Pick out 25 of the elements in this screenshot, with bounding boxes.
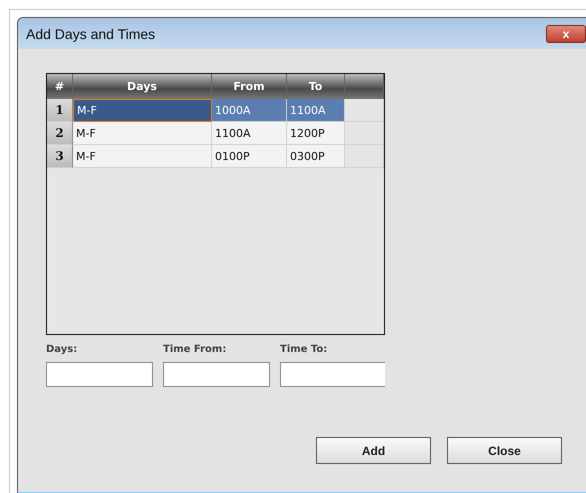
table-row[interactable]: 2 M-F 1100A 1200P bbox=[47, 122, 384, 145]
dialog-button[interactable]: Add bbox=[316, 437, 431, 464]
table-row[interactable]: 3 M-F 0100P 0300P bbox=[47, 145, 384, 168]
table-cell: M-F bbox=[73, 99, 212, 122]
window-title: Add Days and Times bbox=[26, 26, 156, 42]
table-cell: 1100A bbox=[212, 122, 287, 145]
row-number: 3 bbox=[47, 145, 73, 168]
row-number: 2 bbox=[47, 122, 73, 145]
row-number: 1 bbox=[47, 99, 73, 122]
table-cell: 0100P bbox=[212, 145, 287, 168]
field-label: Time From: bbox=[163, 344, 228, 357]
table-cell: 1200P bbox=[287, 122, 345, 145]
table-cell: M-F bbox=[73, 145, 212, 168]
table-cell: 1100A bbox=[287, 99, 345, 122]
table-cell: 1000A bbox=[212, 99, 287, 122]
input-field[interactable] bbox=[46, 362, 153, 387]
table-row[interactable]: 1 M-F 1000A 1100A bbox=[47, 99, 384, 122]
input-field[interactable] bbox=[280, 362, 385, 387]
field-label: Time To: bbox=[280, 344, 328, 357]
table-cell: M-F bbox=[73, 122, 212, 145]
dialog-button[interactable]: Close bbox=[447, 437, 562, 464]
table-cell: 0300P bbox=[287, 145, 345, 168]
input-field[interactable] bbox=[163, 362, 270, 387]
field-label: Days: bbox=[46, 344, 78, 357]
window-close-button[interactable]: x bbox=[546, 24, 586, 42]
